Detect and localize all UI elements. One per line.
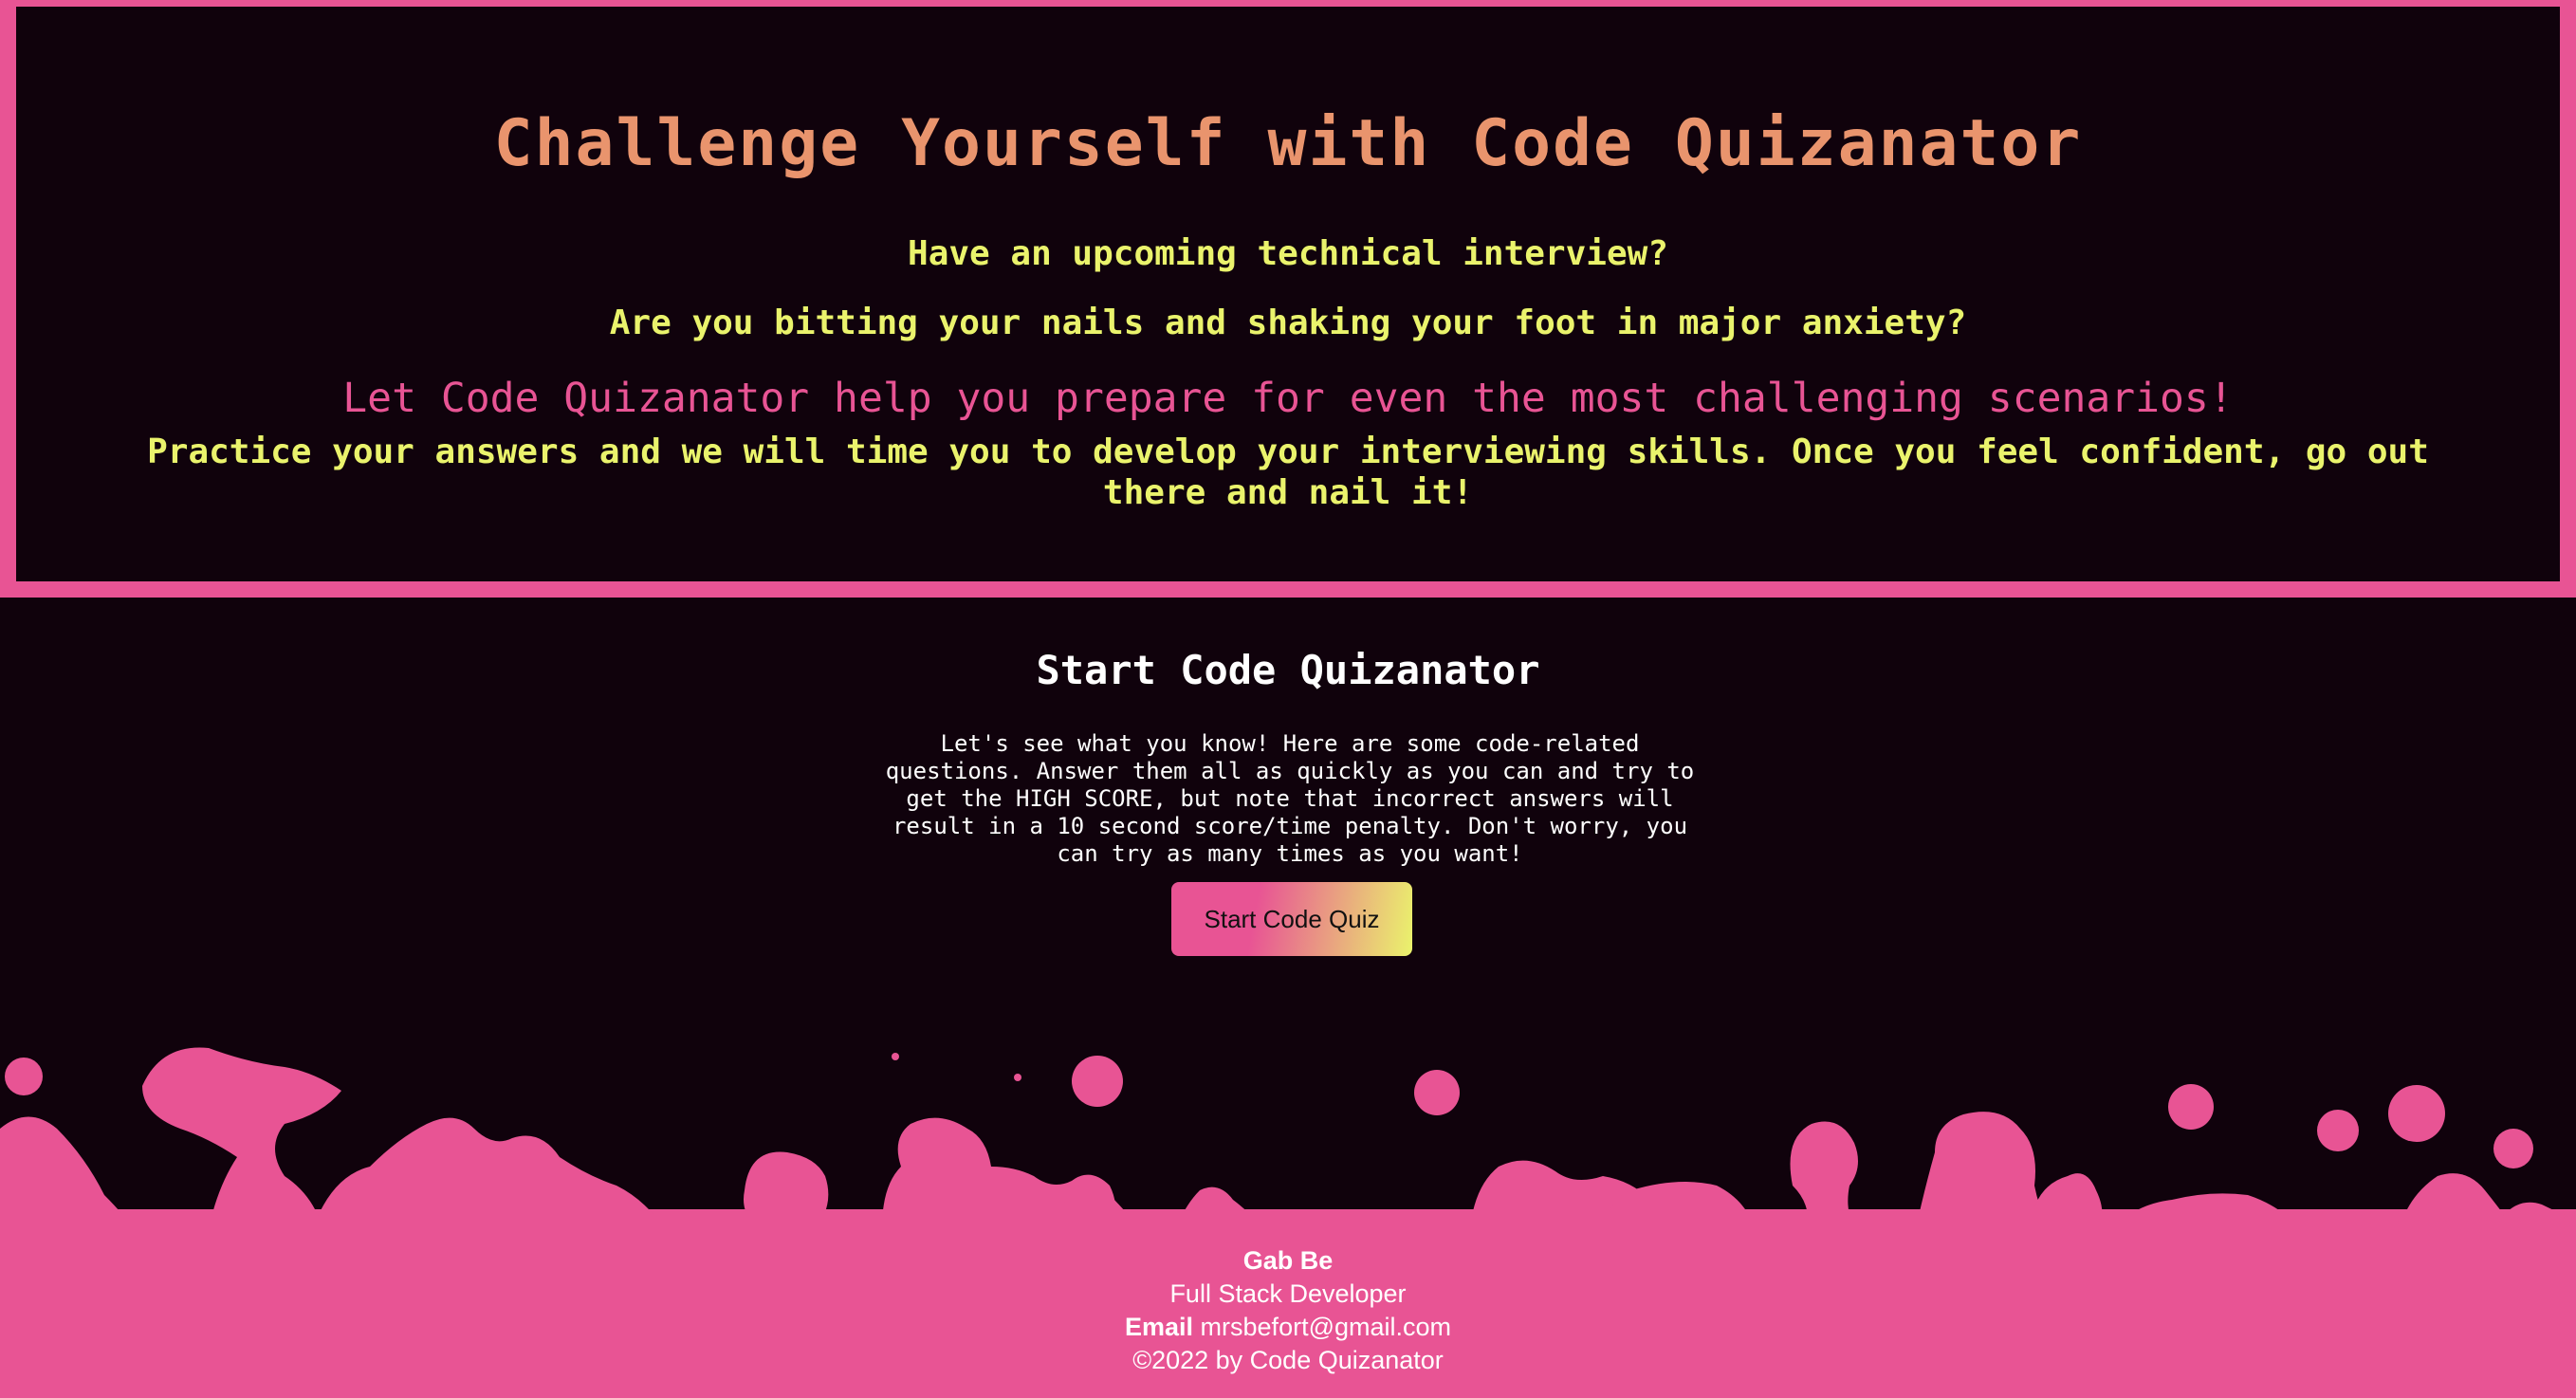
paint-splash-decoration xyxy=(0,1047,2576,1223)
footer: Gab Be Full Stack Developer Email mrsbef… xyxy=(0,1216,2576,1398)
hero-pitch: Let Code Quizanator help you prepare for… xyxy=(342,375,2234,422)
footer-email-label: Email xyxy=(1124,1313,1194,1341)
footer-copyright: ©2022 by Code Quizanator xyxy=(1132,1346,1444,1374)
footer-author-name: Gab Be xyxy=(1242,1246,1334,1275)
footer-content: Gab Be Full Stack Developer Email mrsbef… xyxy=(0,1244,2576,1377)
start-title: Start Code Quizanator xyxy=(1036,647,1540,693)
page: Challenge Yourself with Code Quizanator … xyxy=(0,0,2576,1398)
start-quiz-button[interactable]: Start Code Quiz xyxy=(1171,882,1412,956)
hero-banner: Challenge Yourself with Code Quizanator … xyxy=(0,0,2576,598)
footer-author-role: Full Stack Developer xyxy=(1169,1279,1407,1308)
start-description: Let's see what you know! Here are some c… xyxy=(885,730,1695,867)
hero-question-interview: Have an upcoming technical interview? xyxy=(908,234,1668,273)
page-title: Challenge Yourself with Code Quizanator xyxy=(493,106,2083,181)
footer-email-row: Email mrsbefort@gmail.com xyxy=(0,1311,2576,1344)
hero-question-anxiety: Are you bitting your nails and shaking y… xyxy=(609,304,1967,342)
footer-email-link[interactable]: mrsbefort@gmail.com xyxy=(1201,1313,1451,1341)
hero-practice-text: Practice your answers and we will time y… xyxy=(147,432,2429,512)
